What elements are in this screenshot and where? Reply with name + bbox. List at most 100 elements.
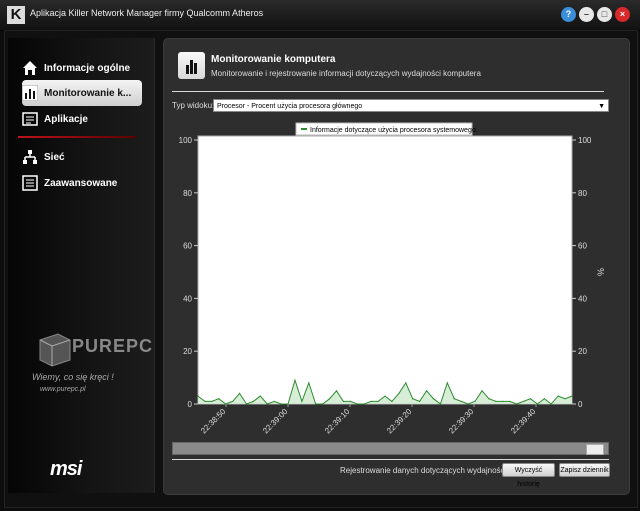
data-point bbox=[391, 400, 393, 402]
data-point bbox=[405, 382, 407, 384]
data-point bbox=[439, 403, 442, 405]
data-point bbox=[522, 400, 525, 402]
settings-list-icon bbox=[22, 175, 38, 191]
sidebar-divider bbox=[18, 136, 136, 138]
sidebar-item-label: Zaawansowane bbox=[44, 177, 118, 189]
network-icon bbox=[23, 150, 37, 164]
data-point bbox=[460, 400, 462, 402]
data-point bbox=[543, 398, 545, 400]
data-point bbox=[211, 400, 213, 402]
data-point bbox=[488, 398, 490, 400]
sidebar-item-network[interactable]: Sieć bbox=[22, 144, 142, 170]
help-button[interactable]: ? bbox=[561, 7, 576, 22]
performance-log-label: Rejestrowanie danych dotyczących wydajno… bbox=[340, 466, 509, 475]
header-divider bbox=[172, 91, 604, 92]
data-point bbox=[197, 395, 199, 397]
sidebar-item-apps[interactable]: Aplikacje bbox=[22, 106, 142, 132]
sidebar-item-label: Informacje ogólne bbox=[44, 62, 131, 74]
data-point bbox=[515, 403, 518, 405]
minimize-button[interactable]: – bbox=[579, 7, 594, 22]
purepc-tagline: Wiemy, co się kręci ! bbox=[32, 372, 114, 382]
data-point bbox=[356, 403, 358, 405]
data-point bbox=[273, 400, 275, 402]
y-tick-label-left: 20 bbox=[183, 347, 192, 356]
data-point bbox=[238, 392, 241, 395]
data-point bbox=[425, 390, 428, 392]
data-point bbox=[384, 395, 386, 397]
y-axis-label: % bbox=[596, 268, 606, 276]
chart-scrollbar[interactable] bbox=[172, 442, 609, 455]
data-point bbox=[446, 382, 448, 384]
sidebar-item-monitoring[interactable]: Monitorowanie k... bbox=[22, 80, 142, 106]
data-point bbox=[349, 400, 351, 402]
data-point bbox=[432, 398, 435, 400]
y-tick-label-left: 40 bbox=[183, 294, 192, 303]
data-point bbox=[308, 382, 310, 384]
data-point bbox=[467, 403, 469, 405]
data-point bbox=[557, 395, 559, 397]
data-point bbox=[453, 398, 455, 400]
data-point bbox=[536, 403, 538, 405]
restore-button[interactable]: □ bbox=[597, 7, 612, 22]
window-title: Aplikacja Killer Network Manager firmy Q… bbox=[30, 8, 264, 18]
data-point bbox=[342, 400, 345, 402]
y-tick-label-right: 80 bbox=[578, 189, 587, 198]
sidebar-item-advanced[interactable]: Zaawansowane bbox=[22, 170, 142, 196]
y-tick-label-left: 60 bbox=[183, 242, 192, 251]
data-point bbox=[529, 398, 532, 400]
data-point bbox=[259, 395, 261, 397]
x-tick-label: 22:38:50 bbox=[199, 407, 228, 436]
data-point bbox=[204, 400, 206, 402]
view-type-selected: Procesor - Procent użycia procesora głów… bbox=[217, 103, 363, 110]
data-point bbox=[245, 403, 248, 405]
x-tick-label: 22:39:30 bbox=[447, 407, 476, 436]
data-point bbox=[301, 400, 303, 402]
view-type-label: Typ widoku: bbox=[172, 101, 215, 110]
x-tick-label: 22:39:40 bbox=[509, 407, 538, 436]
data-point bbox=[322, 403, 324, 405]
data-point bbox=[398, 392, 400, 395]
title-bar: K Aplikacja Killer Network Manager firmy… bbox=[0, 0, 640, 31]
app-logo-icon: K bbox=[7, 6, 25, 24]
x-tick-label: 22:39:10 bbox=[323, 407, 352, 436]
data-point bbox=[412, 398, 414, 400]
data-point bbox=[502, 400, 504, 402]
y-tick-label-left: 100 bbox=[179, 136, 193, 145]
data-point bbox=[481, 390, 483, 392]
sidebar-item-general-info[interactable]: Informacje ogólne bbox=[22, 55, 142, 81]
clear-history-button[interactable]: Wyczyść historię bbox=[502, 463, 555, 488]
sidebar-item-label: Sieć bbox=[44, 151, 65, 163]
y-tick-label-right: 20 bbox=[578, 347, 587, 356]
view-type-dropdown[interactable]: Procesor - Procent użycia procesora głów… bbox=[213, 99, 609, 112]
page-subtitle: Monitorowanie i rejestrowanie informacji… bbox=[211, 69, 481, 78]
data-point bbox=[509, 400, 511, 402]
x-tick-label: 22:39:00 bbox=[261, 407, 290, 436]
purepc-brand: PUREPC bbox=[72, 336, 154, 356]
data-point bbox=[377, 400, 379, 402]
data-point bbox=[335, 390, 338, 392]
data-point bbox=[419, 400, 421, 402]
bar-chart-icon bbox=[22, 85, 38, 101]
data-point bbox=[294, 379, 296, 381]
sidebar-item-label: Monitorowanie k... bbox=[44, 87, 132, 99]
data-point bbox=[252, 400, 255, 402]
cpu-usage-chart: 0 0 20 20 40 40 60 60 80 80 100 100% 22:38:50 22:39:0… bbox=[179, 122, 606, 436]
monitoring-header-icon bbox=[178, 52, 205, 79]
plot-area bbox=[197, 135, 573, 405]
x-tick-label: 22:39:20 bbox=[385, 407, 414, 436]
data-point bbox=[218, 398, 220, 400]
msi-logo: msi bbox=[50, 458, 82, 480]
scrollbar-thumb[interactable] bbox=[586, 444, 604, 455]
y-tick-label-right: 100 bbox=[578, 136, 592, 145]
close-button[interactable]: × bbox=[615, 7, 630, 22]
footer-divider bbox=[172, 459, 609, 460]
page-title: Monitorowanie komputera bbox=[211, 54, 336, 65]
data-point bbox=[232, 400, 234, 402]
y-tick-label-left: 80 bbox=[183, 189, 192, 198]
y-tick-label-right: 0 bbox=[578, 400, 583, 409]
y-tick-label-right: 60 bbox=[578, 242, 587, 251]
save-log-button[interactable]: Zapisz dziennik bbox=[559, 463, 610, 477]
purepc-url: www.purepc.pl bbox=[40, 386, 86, 393]
data-point bbox=[280, 403, 282, 405]
home-icon bbox=[23, 61, 37, 75]
